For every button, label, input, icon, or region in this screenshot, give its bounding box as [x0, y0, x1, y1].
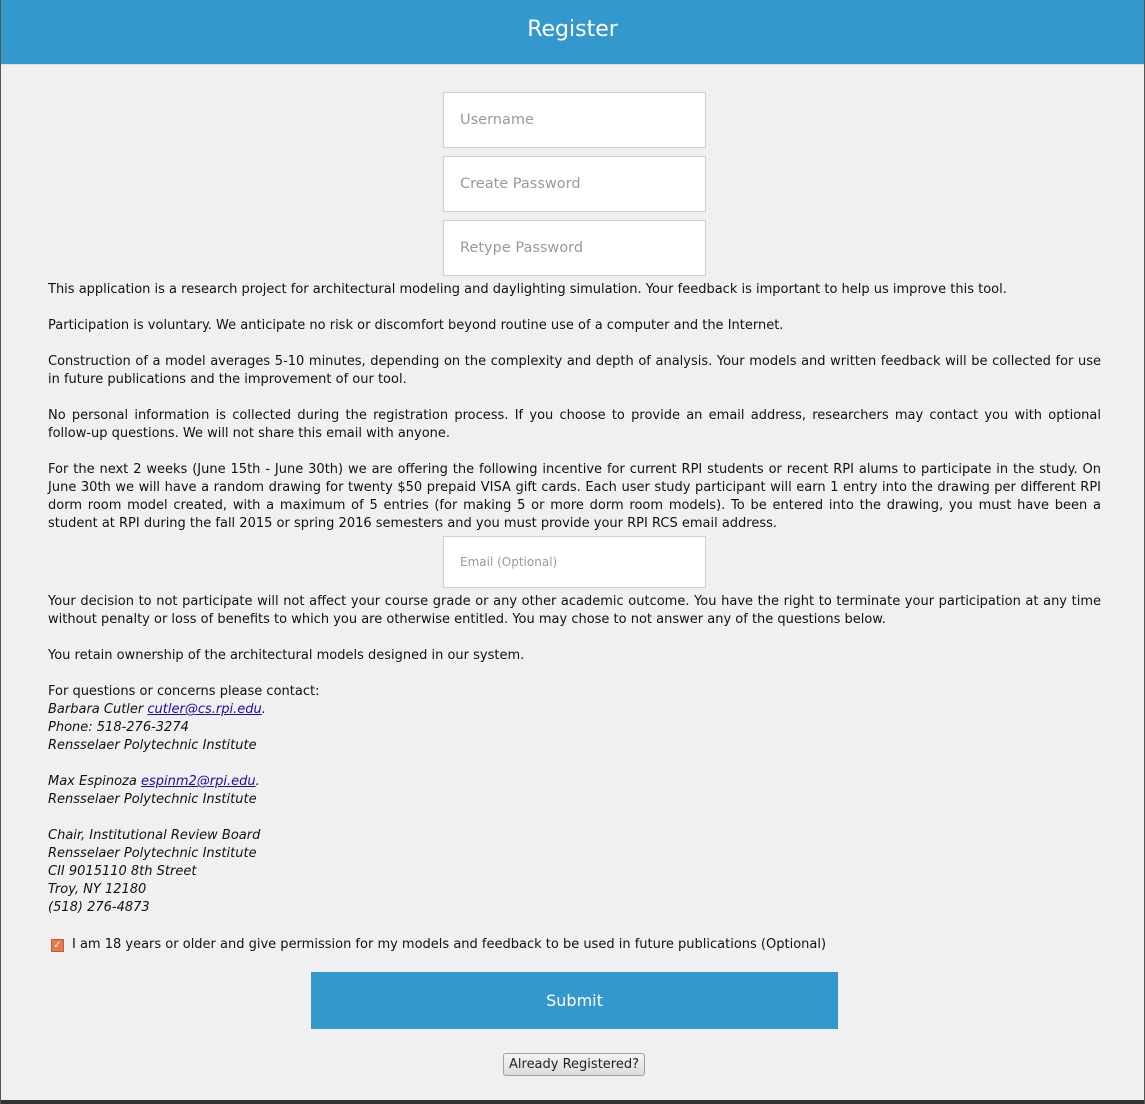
consent-row: ✓ I am 18 years or older and give permis… [51, 936, 826, 954]
contact-email-link[interactable]: espinm2@rpi.edu [141, 774, 256, 789]
contact-intro: For questions or concerns please contact… [48, 684, 320, 699]
bottom-border [1, 1100, 1144, 1104]
irb-org: Rensselaer Polytechnic Institute [48, 846, 257, 861]
contact-org: Rensselaer Polytechnic Institute [48, 792, 257, 807]
info-paragraph: For the next 2 weeks (June 15th - June 3… [48, 462, 1101, 531]
irb-address: CII 9015110 8th Street [48, 864, 197, 879]
contact-period: . [255, 774, 260, 789]
contact-person-2: Max Espinoza espinm2@rpi.edu. [48, 773, 1101, 791]
study-info-text: This application is a research project f… [48, 281, 1101, 533]
page-title: Register [527, 17, 618, 42]
contact-name: Barbara Cutler [48, 702, 148, 717]
submit-button[interactable]: Submit [311, 972, 838, 1029]
info-paragraph: Participation is voluntary. We anticipat… [48, 318, 784, 333]
info-paragraph: Construction of a model averages 5-10 mi… [48, 354, 1101, 387]
retype-password-input[interactable] [443, 220, 706, 276]
info-paragraph: No personal information is collected dur… [48, 408, 1101, 441]
info-paragraph: You retain ownership of the architectura… [48, 648, 525, 663]
contact-email-link[interactable]: cutler@cs.rpi.edu [147, 702, 261, 717]
contact-org: Rensselaer Polytechnic Institute [48, 738, 257, 753]
create-password-input[interactable] [443, 156, 706, 212]
contact-period: . [261, 702, 266, 717]
contact-section: For questions or concerns please contact… [48, 683, 1101, 917]
consent-checkbox[interactable]: ✓ [51, 938, 64, 952]
consent-label: I am 18 years or older and give permissi… [72, 937, 827, 952]
page-header: Register [1, 0, 1144, 65]
info-paragraph: Your decision to not participate will no… [48, 594, 1101, 627]
irb-city: Troy, NY 12180 [48, 882, 147, 897]
contact-name: Max Espinoza [48, 774, 141, 789]
irb-phone: (518) 276-4873 [48, 900, 150, 915]
contact-person-1: Barbara Cutler cutler@cs.rpi.edu. [48, 701, 1101, 719]
contact-phone: Phone: 518-276-3274 [48, 720, 189, 735]
username-input[interactable] [443, 92, 706, 148]
study-rights-text: Your decision to not participate will no… [48, 593, 1101, 917]
already-registered-button[interactable]: Already Registered? [503, 1053, 645, 1076]
info-paragraph: This application is a research project f… [48, 282, 1007, 297]
irb-title: Chair, Institutional Review Board [48, 828, 261, 843]
email-input[interactable] [443, 536, 706, 588]
